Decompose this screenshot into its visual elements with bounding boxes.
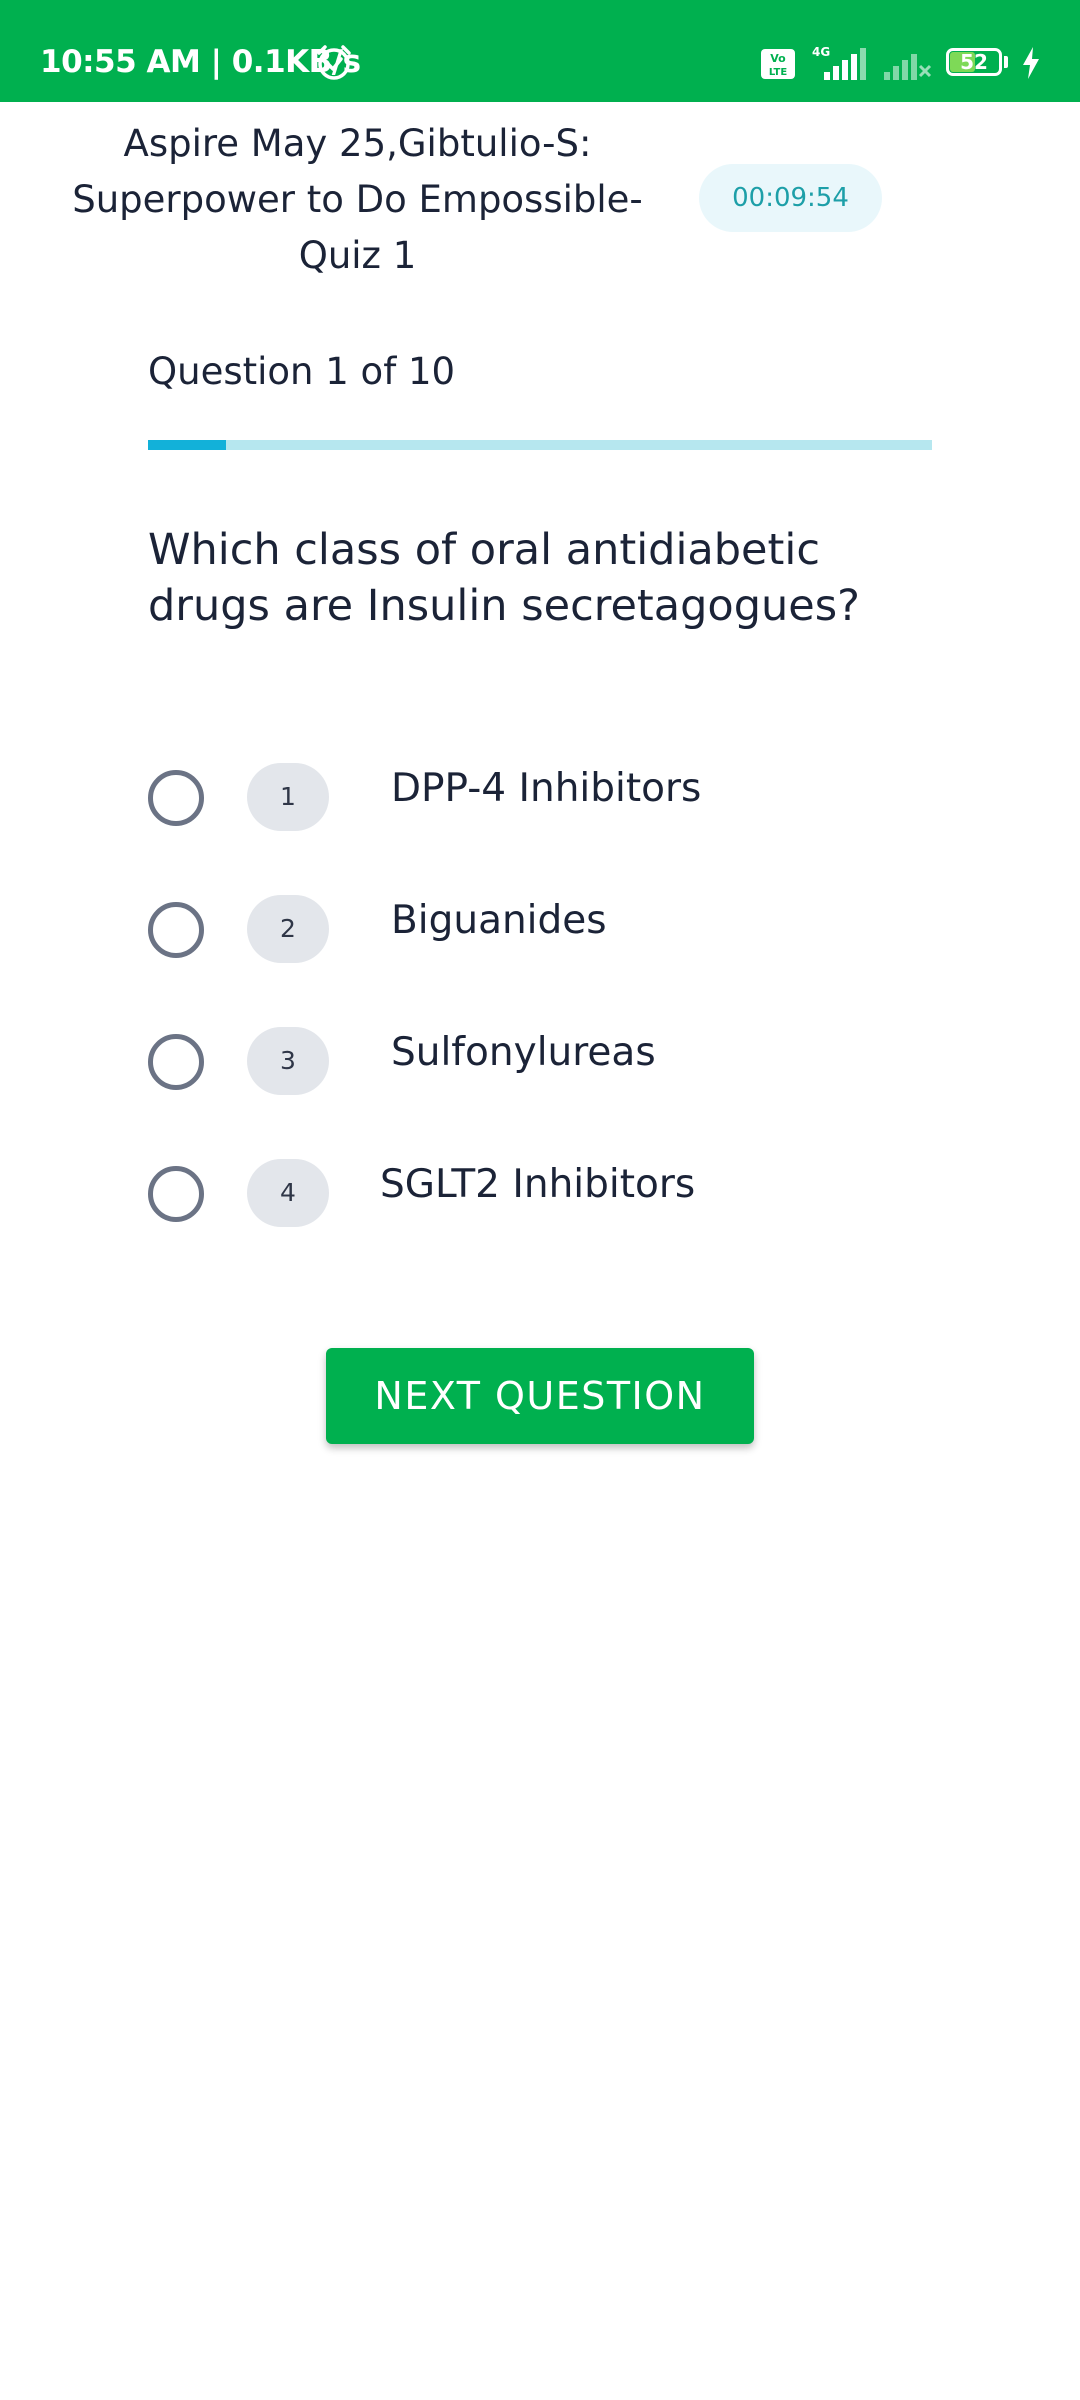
option-3[interactable]: 3 Sulfonylureas — [148, 1027, 938, 1097]
option-label: DPP-4 Inhibitors — [391, 766, 702, 811]
option-2[interactable]: 2 Biguanides — [148, 895, 938, 965]
status-time: 10:55 AM | 0.1KB/s — [40, 44, 361, 80]
question-text: Which class of oral antidiabetic drugs a… — [148, 525, 860, 631]
charging-icon — [1020, 46, 1042, 84]
radio-button[interactable] — [148, 1166, 204, 1222]
option-number-badge: 4 — [247, 1159, 329, 1227]
svg-text:Vo: Vo — [770, 52, 786, 65]
radio-button[interactable] — [148, 902, 204, 958]
option-label: SGLT2 Inhibitors — [380, 1162, 696, 1207]
next-question-button[interactable]: NEXT QUESTION — [326, 1348, 754, 1444]
option-label: Biguanides — [391, 898, 607, 943]
option-number-badge: 2 — [247, 895, 329, 963]
battery-icon: 52 — [946, 48, 1010, 80]
option-1[interactable]: 1 DPP-4 Inhibitors — [148, 763, 938, 833]
signal-icon: 4G — [806, 44, 872, 86]
signal-icon — [882, 44, 934, 86]
progress-bar — [148, 440, 932, 450]
option-label: Sulfonylureas — [391, 1030, 656, 1075]
question-counter: Question 1 of 10 — [148, 350, 456, 393]
battery-percent: 52 — [960, 50, 988, 74]
status-bar: 10:55 AM | 0.1KB/s Vo LTE 4G 52 — [0, 0, 1080, 102]
svg-text:4G: 4G — [812, 45, 830, 59]
progress-fill — [148, 440, 227, 450]
option-number-badge: 1 — [247, 763, 329, 831]
battery-tip — [1004, 56, 1008, 68]
svg-text:LTE: LTE — [769, 67, 788, 78]
option-number-badge: 3 — [247, 1027, 329, 1095]
option-4[interactable]: 4 SGLT2 Inhibitors — [148, 1159, 938, 1229]
volte-icon: Vo LTE — [760, 48, 796, 84]
quiz-title: Aspire May 25,Gibtulio-S: Superpower to … — [72, 122, 643, 277]
alarm-icon — [314, 43, 354, 87]
timer-badge: 00:09:54 — [699, 164, 882, 232]
radio-button[interactable] — [148, 770, 204, 826]
radio-button[interactable] — [148, 1034, 204, 1090]
